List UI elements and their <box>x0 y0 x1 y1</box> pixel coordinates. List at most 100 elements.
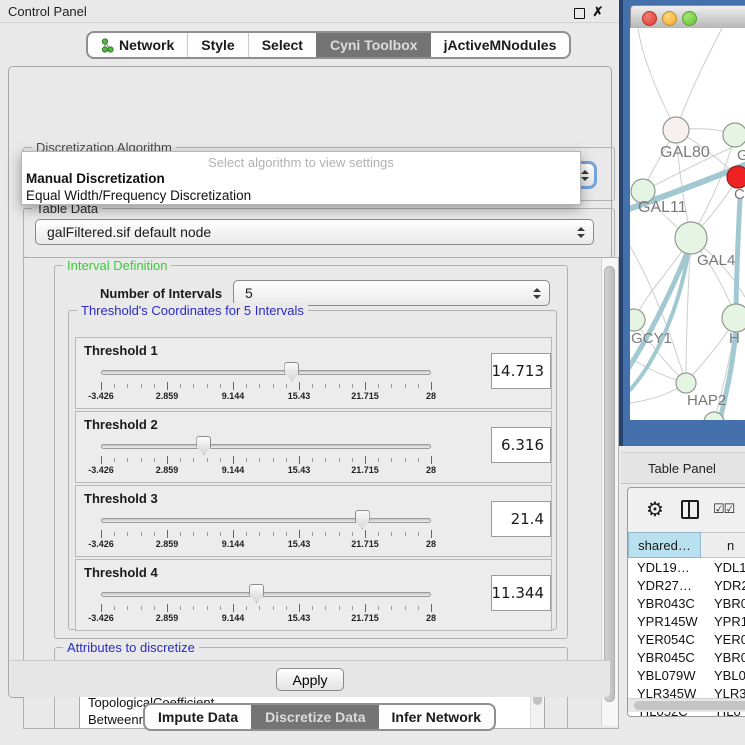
threshold-value-field[interactable]: 11.344 <box>491 575 551 611</box>
table-panel-window: ⚙ ☑☑ shared… n YDL19…YDL1YDR27…YDR2YBR04… <box>627 487 745 717</box>
network-graph: GAL80GCGAL11GAL4GCY1HHAP2 <box>630 28 745 420</box>
num-intervals-label: Number of Intervals <box>100 286 222 301</box>
table-data-combobox[interactable]: galFiltered.sif default node <box>35 219 594 245</box>
threshold-panel-3: Threshold 3-3.4262.8599.14415.4321.71528… <box>75 485 552 557</box>
slider-ticks <box>101 604 431 613</box>
network-window-titlebar[interactable] <box>630 5 745 30</box>
table-row[interactable]: YBR043CYBR0 <box>628 594 745 612</box>
tab-cyni-toolbox[interactable]: Cyni Toolbox <box>316 33 431 57</box>
cell-shared-name[interactable]: YBL079W <box>628 668 701 683</box>
horizontal-scrollbar[interactable] <box>628 698 745 712</box>
dropdown-option-manual[interactable]: Manual Discretization <box>22 170 580 187</box>
threshold-slider[interactable] <box>101 436 431 456</box>
tab-label: Network <box>119 37 174 53</box>
cell-name[interactable]: YPR1 <box>701 614 745 629</box>
cell-shared-name[interactable]: YER054C <box>628 632 701 647</box>
control-panel-titlebar: Control Panel ✗ <box>0 0 620 23</box>
network-canvas[interactable]: GAL80GCGAL11GAL4GCY1HHAP2 <box>630 28 745 420</box>
apply-bar: Apply <box>10 660 610 697</box>
column-header-name[interactable]: n <box>701 532 745 558</box>
slider-thumb[interactable] <box>249 584 264 603</box>
tab-network[interactable]: Network <box>88 33 187 57</box>
threshold-value-field[interactable]: 21.4 <box>491 501 551 537</box>
network-node-c[interactable] <box>727 166 745 188</box>
network-icon <box>101 38 114 53</box>
cell-name[interactable]: YER0 <box>701 632 745 647</box>
table-panel-header: Table Panel <box>621 452 745 484</box>
table-row[interactable]: YBR045CYBR0 <box>628 648 745 666</box>
scrollbar-thumb[interactable] <box>634 701 745 710</box>
cell-shared-name[interactable]: YBR043C <box>628 596 701 611</box>
network-node-gal4[interactable] <box>675 222 707 254</box>
threshold-panel-1: Threshold 1-3.4262.8599.14415.4321.71528… <box>75 337 552 409</box>
apply-button[interactable]: Apply <box>276 668 344 691</box>
mac-minimize-icon[interactable] <box>662 11 677 26</box>
threshold-label: Threshold 3 <box>84 491 158 506</box>
threshold-value-field[interactable]: 6.316 <box>491 427 551 463</box>
network-node-gal80[interactable] <box>663 117 689 143</box>
network-node-hap2[interactable] <box>676 373 696 393</box>
slider-ticks <box>101 382 431 391</box>
threshold-panel-4: Threshold 4-3.4262.8599.14415.4321.71528… <box>75 559 552 631</box>
table-row[interactable]: YDL19…YDL1 <box>628 558 745 576</box>
cell-shared-name[interactable]: YDL19… <box>628 560 701 575</box>
slider-track[interactable] <box>101 518 431 523</box>
scrollbar-thumb[interactable] <box>604 266 615 702</box>
node-label-c: C <box>734 186 745 203</box>
network-node-h[interactable] <box>722 304 745 332</box>
table-body: YDL19…YDL1YDR27…YDR2YBR043CYBR0YPR145WYP… <box>628 558 745 716</box>
threshold-slider[interactable] <box>101 510 431 530</box>
mac-zoom-icon[interactable] <box>682 11 697 26</box>
table-row[interactable]: YPR145WYPR1 <box>628 612 745 630</box>
slider-track[interactable] <box>101 592 431 597</box>
vertical-scrollbar[interactable] <box>601 258 618 726</box>
network-node-g[interactable] <box>723 123 745 147</box>
slider-thumb[interactable] <box>284 362 299 381</box>
select-checkboxes-icon[interactable]: ☑☑ <box>713 501 734 517</box>
num-intervals-value: 5 <box>245 285 253 301</box>
threshold-slider[interactable] <box>101 362 431 382</box>
tab-infer-network[interactable]: Infer Network <box>379 705 494 729</box>
cell-name[interactable]: YDL1 <box>701 560 745 575</box>
cell-name[interactable]: YBR0 <box>701 650 745 665</box>
cell-shared-name[interactable]: YPR145W <box>628 614 701 629</box>
node-label-gal11: GAL11 <box>638 199 687 216</box>
combo-arrows-icon <box>577 227 585 238</box>
table-row[interactable]: YDR27…YDR2 <box>628 576 745 594</box>
threshold-panel-2: Threshold 2-3.4262.8599.14415.4321.71528… <box>75 411 552 483</box>
tab-discretize-data[interactable]: Discretize Data <box>251 705 378 729</box>
cell-shared-name[interactable]: YDR27… <box>628 578 701 593</box>
slider-track[interactable] <box>101 444 431 449</box>
close-icon[interactable]: ✗ <box>592 6 604 18</box>
cell-name[interactable]: YBL0 <box>701 668 745 683</box>
threshold-value-field[interactable]: 14.713 <box>491 353 551 389</box>
tab-style[interactable]: Style <box>187 33 247 57</box>
slider-track[interactable] <box>101 370 431 375</box>
mac-close-icon[interactable] <box>642 11 657 26</box>
dropdown-option-equal-width[interactable]: Equal Width/Frequency Discretization <box>22 187 580 204</box>
table-row[interactable]: YBL079WYBL0 <box>628 666 745 684</box>
cell-name[interactable]: YDR2 <box>701 578 745 593</box>
group-title: Attributes to discretize <box>63 640 199 655</box>
group-title: Threshold's Coordinates for 5 Intervals <box>77 303 308 318</box>
tab-jactivemnodules[interactable]: jActiveMNodules <box>431 33 570 57</box>
slider-thumb[interactable] <box>355 510 370 529</box>
tab-select[interactable]: Select <box>248 33 316 57</box>
cell-shared-name[interactable]: YBR045C <box>628 650 701 665</box>
table-row[interactable]: YER054CYER0 <box>628 630 745 648</box>
table-data-group: Table Data galFiltered.sif default node <box>23 208 615 258</box>
slider-thumb[interactable] <box>196 436 211 455</box>
tab-label: Infer Network <box>392 709 481 725</box>
threshold-label: Threshold 4 <box>84 565 158 580</box>
float-window-icon[interactable] <box>574 8 585 19</box>
tab-impute-data[interactable]: Impute Data <box>145 705 251 729</box>
network-node-gcy1[interactable] <box>630 309 645 331</box>
column-header-shared[interactable]: shared… <box>628 532 701 558</box>
node-label-gal80: GAL80 <box>660 144 710 161</box>
algorithm-dropdown-popup: Select algorithm to view settings Manual… <box>21 151 581 205</box>
cell-name[interactable]: YBR0 <box>701 596 745 611</box>
node-label-gal4: GAL4 <box>697 252 735 269</box>
gear-icon[interactable]: ⚙ <box>646 497 664 522</box>
threshold-slider[interactable] <box>101 584 431 604</box>
columns-icon[interactable] <box>681 500 699 519</box>
